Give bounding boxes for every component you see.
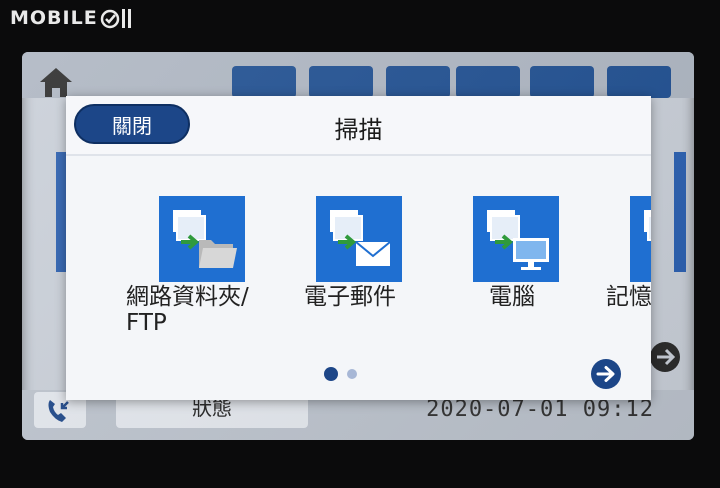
- network-folder-label-line1: 網路資料夾/: [126, 284, 249, 310]
- scan-dialog: 關閉 掃描 網路資料夾/ FTP 電子郵件 電腦 記憶: [66, 96, 651, 400]
- page-dot-inactive: [347, 369, 357, 379]
- watermark-text: MOBILE: [10, 7, 98, 29]
- email-scan-icon: [316, 196, 402, 282]
- volume-icon[interactable]: [456, 66, 520, 98]
- memory-scan-icon: [630, 196, 651, 282]
- folder-scan-icon: [159, 196, 245, 282]
- next-page-arrow-icon[interactable]: [590, 358, 622, 390]
- page-indicator: [324, 367, 357, 381]
- dialog-title: 掃描: [334, 116, 383, 144]
- wifi-status-icon[interactable]: [386, 66, 450, 98]
- scan-status-icon[interactable]: [232, 66, 296, 98]
- help-icon[interactable]: [607, 66, 671, 98]
- email-label: 電子郵件: [304, 284, 396, 310]
- scan-destination-list: 網路資料夾/ FTP 電子郵件 電腦 記憶: [66, 196, 651, 346]
- computer-label-line1: 電腦: [489, 284, 535, 310]
- fax-status-icon[interactable]: [309, 66, 373, 98]
- background-next-arrow-icon: [650, 342, 680, 372]
- page-dot-active: [324, 367, 338, 381]
- computer-scan-icon: [473, 196, 559, 282]
- network-folder-label: 網路資料夾/ FTP: [126, 284, 249, 336]
- memory-device-label-line1: 記憶: [606, 284, 651, 310]
- watermark-logo-icon: [100, 9, 131, 29]
- mobile01-watermark: MOBILE: [10, 6, 134, 30]
- memory-device-label: 記憶: [606, 284, 651, 310]
- network-folder-label-line2: FTP: [126, 310, 167, 336]
- dialog-header: 關閉 掃描: [66, 96, 651, 156]
- datetime-display: 2020-07-01 09:12: [426, 397, 654, 422]
- home-icon[interactable]: [36, 64, 76, 100]
- computer-label: 電腦: [489, 284, 535, 310]
- background-tile-right: [674, 152, 686, 272]
- email-label-line1: 電子郵件: [304, 284, 396, 310]
- noise-icon[interactable]: [530, 66, 594, 98]
